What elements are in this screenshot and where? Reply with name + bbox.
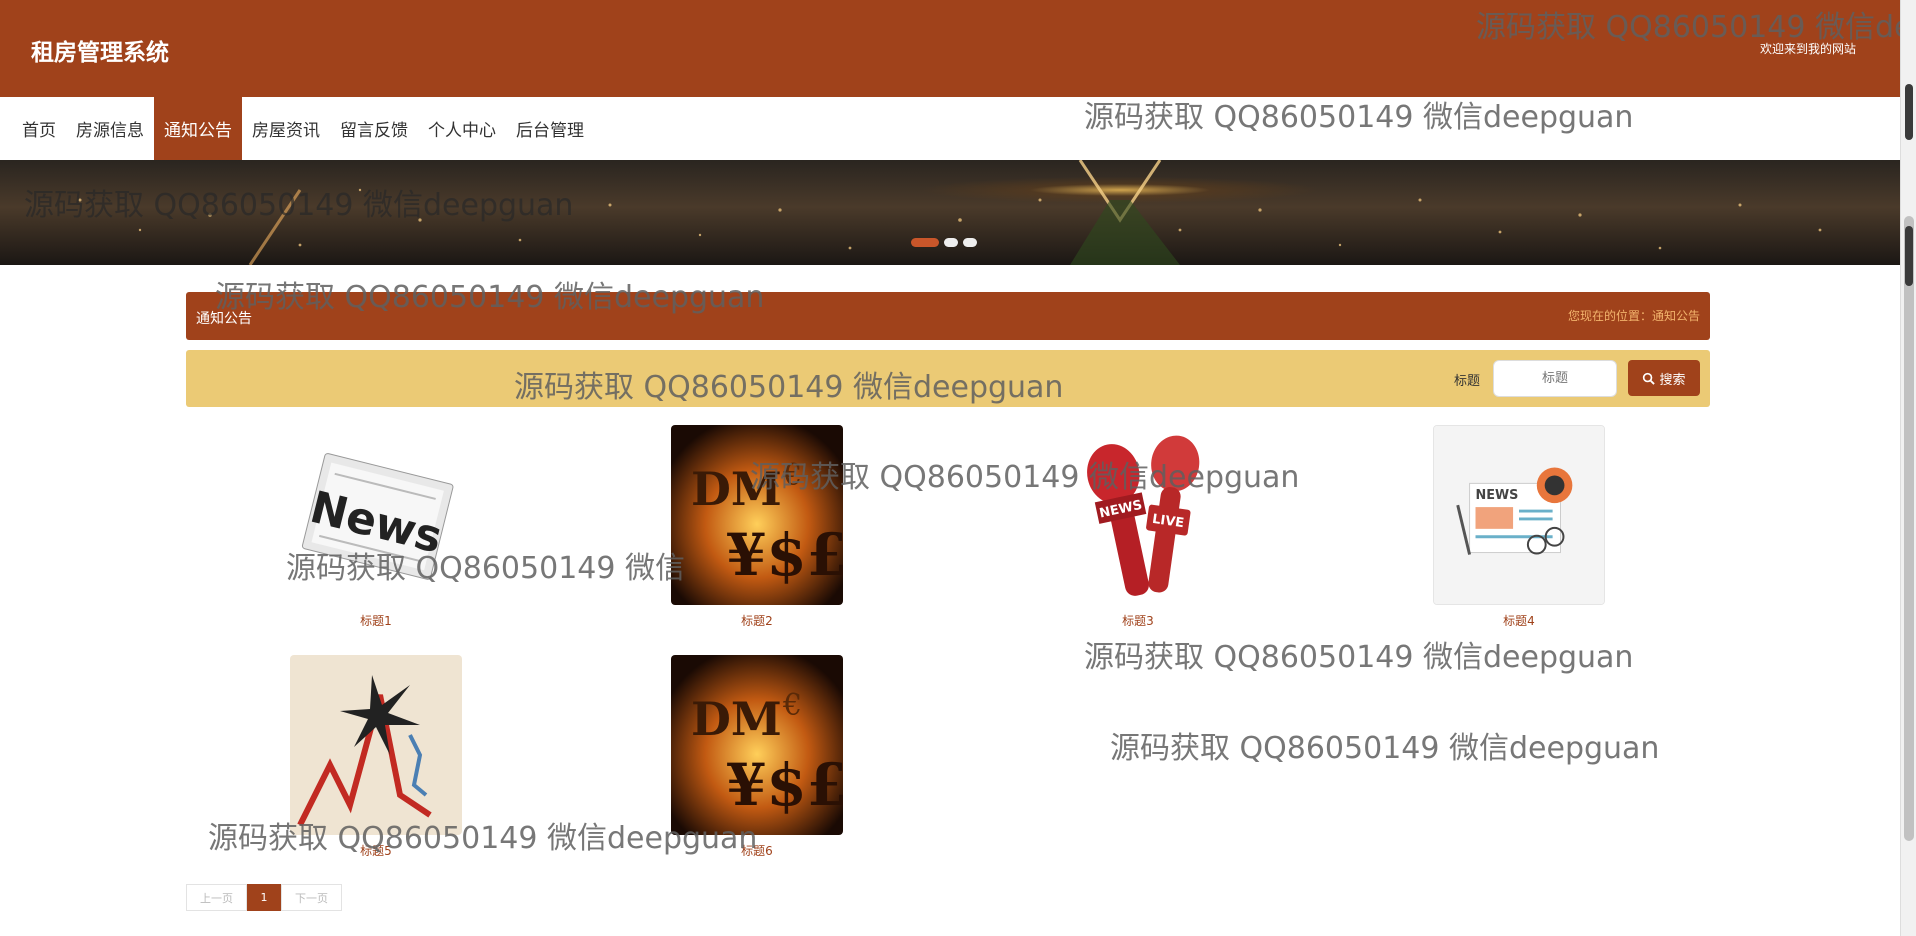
svg-text:DM: DM [691,462,782,516]
page: 租房管理系统 欢迎来到我的网站 首页 房源信息 通知公告 房屋资讯 留言反馈 个… [0,0,1916,936]
search-button-label: 搜索 [1659,372,1686,388]
search-button[interactable]: 搜索 [1628,360,1700,396]
welcome-text: 欢迎来到我的网站 [1759,42,1856,56]
nav-item-notices[interactable]: 通知公告 [154,97,242,160]
svg-text:NEWS: NEWS [1476,488,1519,503]
stock-crash-chart-image[interactable] [290,655,462,835]
pagination: 上一页 1 下一页 [186,884,342,911]
header: 租房管理系统 欢迎来到我的网站 [0,0,1900,97]
notice-card[interactable]: News 标题1 [290,425,462,628]
notice-card[interactable]: NEWS LIVE 标题3 [1052,425,1224,628]
watermark: 源码获取 QQ86050149 微信deepguan [1110,731,1660,766]
notice-card[interactable]: 标题5 [290,655,462,858]
banner-carousel[interactable] [0,160,1900,265]
notice-title[interactable]: 标题2 [671,612,843,629]
search-icon [1643,372,1656,385]
notice-card[interactable]: NEWS 标题4 [1433,425,1605,628]
nav-item-listings[interactable]: 房源信息 [66,97,154,160]
nav-item-feedback[interactable]: 留言反馈 [330,97,418,160]
search-label: 标题 [1454,374,1481,389]
currency-symbols-image[interactable]: DM ¥$£ € [671,655,843,835]
section-header: 通知公告 您现在的位置：通知公告 [186,292,1710,340]
current-page-button[interactable]: 1 [247,884,281,911]
nav-item-housing-news[interactable]: 房屋资讯 [242,97,330,160]
notice-card[interactable]: DM ¥$£ € 标题6 [671,655,843,858]
notice-card[interactable]: DM ¥$£ € 标题2 [671,425,843,628]
page-scrollbar[interactable] [1900,0,1916,936]
notice-title[interactable]: 标题6 [671,842,843,859]
search-input[interactable] [1493,360,1617,397]
notice-title[interactable]: 标题1 [290,612,462,629]
svg-text:DM: DM [691,692,782,746]
nav-item-home[interactable]: 首页 [12,97,66,160]
nav-item-admin[interactable]: 后台管理 [506,97,594,160]
scrollbar-thumb[interactable] [1904,216,1914,841]
city-night-image [78,160,1822,265]
search-bar: 标题 搜索 [186,350,1710,407]
prev-page-button[interactable]: 上一页 [186,884,247,911]
scrollbar-marker [1905,226,1913,286]
svg-text:¥$£: ¥$£ [726,751,843,819]
notice-title[interactable]: 标题3 [1052,612,1224,629]
currency-symbols-image[interactable]: DM ¥$£ € [671,425,843,605]
carousel-dot-1[interactable] [911,238,939,247]
notice-title[interactable]: 标题4 [1433,612,1605,629]
section-title: 通知公告 [196,311,252,327]
watermark: 源码获取 QQ86050149 微信deepguan [1084,640,1634,675]
svg-text:€: € [782,688,802,723]
next-page-button[interactable]: 下一页 [281,884,342,911]
svg-text:¥$£: ¥$£ [726,521,843,589]
carousel-dots [911,238,977,247]
news-illustration-icon[interactable]: NEWS [1433,425,1605,605]
breadcrumb[interactable]: 您现在的位置：通知公告 [1568,307,1700,324]
carousel-dot-3[interactable] [963,238,977,247]
notice-title[interactable]: 标题5 [290,842,462,859]
svg-text:€: € [782,458,802,493]
scrollbar-marker [1905,84,1913,140]
site-title[interactable]: 租房管理系统 [31,33,169,67]
main-nav: 首页 房源信息 通知公告 房屋资讯 留言反馈 个人中心 后台管理 [0,97,1900,160]
carousel-dot-2[interactable] [944,238,958,247]
live-microphones-icon[interactable]: NEWS LIVE [1052,425,1224,605]
nav-item-profile[interactable]: 个人中心 [418,97,506,160]
news-paper-icon[interactable]: News [290,425,462,605]
